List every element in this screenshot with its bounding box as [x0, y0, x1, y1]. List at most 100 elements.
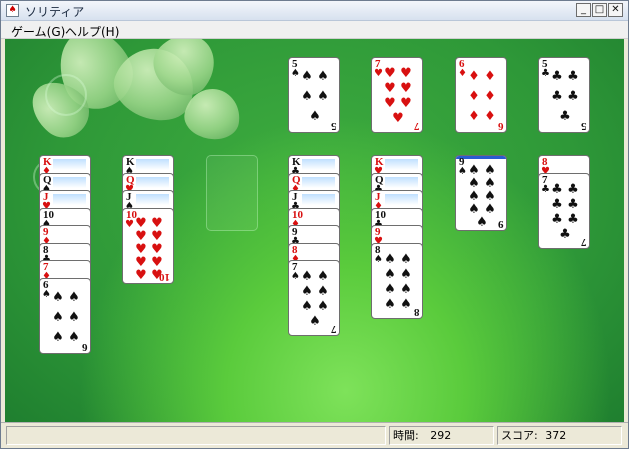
card-rank-bottom: 6	[497, 120, 504, 132]
pip-icon: ♣	[551, 197, 563, 212]
card-pips: ♠ ♠ ♠ ♠ ♠ ♠ ♠	[299, 269, 331, 329]
menu-bar: ゲーム(G) ヘルプ(H)	[1, 21, 628, 39]
pip-icon: ♦	[468, 88, 480, 104]
face-card-art	[385, 177, 418, 188]
pip-icon: ♥	[400, 96, 412, 111]
pip-icon: ♠	[400, 252, 412, 267]
game-board[interactable]: 5♠♠♠♠♠♠57♥♥♥♥♥♥♥♥76♦♦♦♦♦♦♦65♣♣♣♣♣♣5K♦Q♠J…	[5, 39, 624, 422]
pip-icon: ♠	[309, 314, 321, 329]
card-rank-bottom: 5	[580, 120, 587, 132]
pip-icon: ♣	[551, 212, 563, 227]
pip-icon: ♠	[400, 282, 412, 297]
pip-icon: ♠	[384, 297, 396, 312]
pip-icon: ♣	[567, 197, 579, 212]
pip-icon: ♣	[567, 182, 579, 197]
pip-icon: ♠	[317, 269, 329, 284]
minimize-button[interactable]: _	[576, 3, 591, 17]
tableau-card[interactable]: 6 ♠ ♠ ♠ ♠ ♠ ♠ ♠ 6	[39, 278, 91, 354]
card-pips: ♠ ♠ ♠ ♠ ♠ ♠	[50, 287, 82, 347]
card-rank-bottom: 9	[497, 218, 504, 230]
face-card-art	[302, 177, 335, 188]
pip-icon: ♣	[559, 227, 571, 242]
pip-icon: ♣	[567, 212, 579, 227]
close-button[interactable]: ✕	[608, 3, 623, 17]
card-pips: ♦ ♦ ♦ ♦ ♦ ♦	[466, 66, 498, 126]
face-card-art	[302, 159, 335, 170]
tableau-card[interactable]: 8 ♠ ♠ ♠ ♠ ♠ ♠ ♠ ♠ ♠ 8	[371, 243, 423, 319]
pip-icon: ♥	[392, 111, 404, 126]
foundation-card[interactable]: 6 ♦ ♦ ♦ ♦ ♦ ♦ ♦ 6	[455, 57, 507, 133]
empty-tableau-slot[interactable]	[206, 155, 258, 231]
foundation-card[interactable]: 7 ♥ ♥ ♥ ♥ ♥ ♥ ♥ ♥ 7	[371, 57, 423, 133]
card-pips: ♣ ♣ ♣ ♣ ♣	[549, 66, 581, 126]
status-bar: 時間: 292 スコア: 372	[1, 422, 628, 448]
pip-icon: ♠	[384, 282, 396, 297]
pip-icon: ♦	[468, 108, 480, 124]
pip-icon: ♥	[135, 268, 147, 283]
pip-icon: ♠	[301, 68, 313, 84]
card-rank-bottom: 6	[81, 341, 88, 353]
pip-icon: ♠	[476, 215, 488, 230]
face-card-art	[385, 159, 418, 170]
foundation-card[interactable]: 5 ♣ ♣ ♣ ♣ ♣ ♣ 5	[538, 57, 590, 133]
face-card-art	[53, 194, 86, 205]
solitaire-app-icon: ♠	[6, 4, 19, 17]
pip-icon: ♠	[301, 299, 313, 314]
pip-icon: ♦	[484, 88, 496, 104]
pip-icon: ♦	[468, 68, 480, 84]
card-pips: ♥ ♥ ♥ ♥ ♥ ♥ ♥	[382, 66, 414, 126]
pip-icon: ♠	[317, 88, 329, 104]
score-label: スコア:	[501, 429, 538, 442]
card-rank-bottom: 10	[159, 271, 170, 283]
pip-icon: ♥	[384, 81, 396, 96]
pip-icon: ♣	[567, 68, 579, 84]
pip-icon: ♠	[68, 289, 80, 305]
title-bar[interactable]: ♠ ソリティア _ □ ✕	[1, 1, 628, 21]
score-value: 372	[545, 429, 567, 442]
tableau-card[interactable]: 9 ♠ ♠ ♠ ♠ ♠ ♠ ♠ ♠ ♠ ♠ 9	[455, 155, 507, 231]
pip-icon: ♠	[52, 289, 64, 305]
pip-icon: ♠	[68, 329, 80, 345]
score-display: スコア: 372	[497, 426, 622, 445]
pip-icon: ♠	[400, 297, 412, 312]
time-label: 時間:	[393, 429, 419, 442]
card-pips: ♠ ♠ ♠ ♠ ♠ ♠ ♠ ♠ ♠	[466, 164, 498, 229]
tableau-card[interactable]: 7 ♣ ♣ ♣ ♣ ♣ ♣ ♣ ♣ 7	[538, 173, 590, 249]
pip-icon: ♠	[301, 284, 313, 299]
face-card-art	[136, 194, 169, 205]
pip-icon: ♣	[551, 88, 563, 104]
pip-icon: ♦	[484, 68, 496, 84]
face-card-art	[53, 177, 86, 188]
menu-help[interactable]: ヘルプ(H)	[65, 23, 119, 40]
pip-icon: ♠	[52, 329, 64, 345]
time-display: 時間: 292	[389, 426, 494, 445]
foundation-card[interactable]: 5 ♠ ♠ ♠ ♠ ♠ ♠ 5	[288, 57, 340, 133]
face-card-art	[302, 194, 335, 205]
pip-icon: ♠	[301, 88, 313, 104]
tableau-card[interactable]: 10 ♥ ♥ ♥ ♥ ♥ ♥ ♥ ♥ ♥ ♥ ♥ 10	[122, 208, 174, 284]
card-rank-bottom: 7	[330, 323, 337, 335]
pip-icon: ♠	[52, 309, 64, 325]
pip-icon: ♠	[68, 309, 80, 325]
pip-icon: ♠	[317, 299, 329, 314]
pip-icon: ♥	[384, 66, 396, 81]
solitaire-window: ♠ ソリティア _ □ ✕ ゲーム(G) ヘルプ(H) 5 ♠ ♠ ♠ ♠ ♠ ♠ 5 7 ♥ ♥ ♥…	[0, 0, 629, 449]
card-rank-bottom: 8	[413, 306, 420, 318]
pip-icon: ♠	[301, 269, 313, 284]
pip-icon: ♦	[484, 108, 496, 124]
card-rank-bottom: 5	[330, 120, 337, 132]
pip-icon: ♥	[400, 66, 412, 81]
pip-icon: ♠	[400, 267, 412, 282]
tableau-card[interactable]: 7 ♠ ♠ ♠ ♠ ♠ ♠ ♠ ♠ 7	[288, 260, 340, 336]
pip-icon: ♣	[567, 88, 579, 104]
pip-icon: ♥	[384, 96, 396, 111]
menu-game[interactable]: ゲーム(G)	[11, 23, 65, 40]
card-rank-bottom: 7	[580, 236, 587, 248]
status-message	[6, 426, 386, 445]
card-pips: ♠ ♠ ♠ ♠ ♠ ♠ ♠ ♠	[382, 252, 414, 312]
maximize-button[interactable]: □	[592, 3, 607, 17]
background-bubble	[45, 74, 87, 116]
pip-icon: ♠	[317, 284, 329, 299]
card-pips: ♥ ♥ ♥ ♥ ♥ ♥ ♥ ♥ ♥ ♥	[133, 217, 165, 282]
face-card-art	[136, 159, 169, 170]
